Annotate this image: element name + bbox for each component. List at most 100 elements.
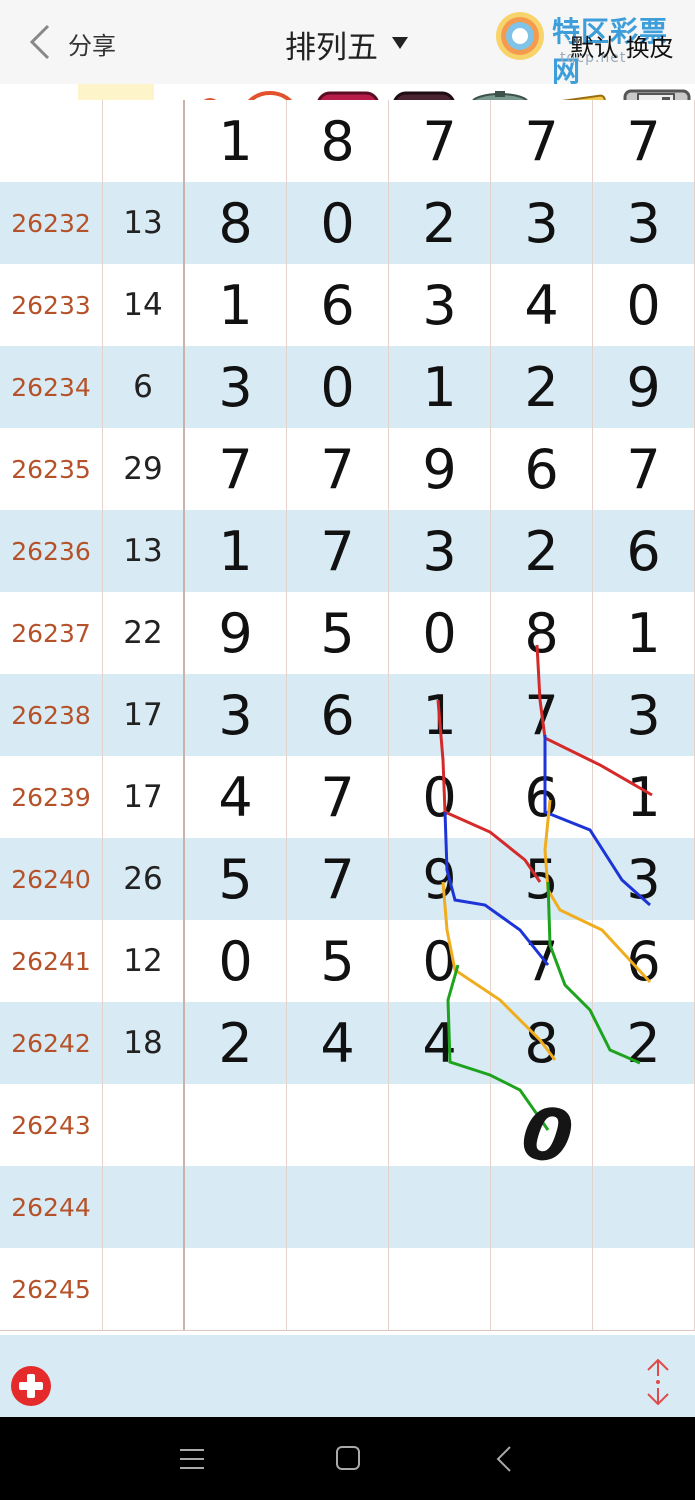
back-icon[interactable] bbox=[494, 1445, 514, 1473]
digit-cell[interactable]: 5 bbox=[491, 838, 593, 920]
digit-cell[interactable]: 7 bbox=[491, 100, 593, 182]
digit-cell[interactable]: 0 bbox=[287, 346, 389, 428]
table-row: 26233 14 1 6 3 4 0 bbox=[0, 264, 695, 347]
digit-cell[interactable]: 7 bbox=[389, 100, 491, 182]
digit-cell[interactable]: 3 bbox=[185, 674, 287, 756]
digit-cell[interactable]: 2 bbox=[593, 1002, 695, 1084]
digit-cell[interactable]: 1 bbox=[593, 756, 695, 838]
digit-cell[interactable]: 3 bbox=[389, 264, 491, 346]
digit-cell[interactable] bbox=[593, 1166, 695, 1248]
table-row: 26239 17 4 7 0 6 1 bbox=[0, 756, 695, 839]
digit-cell[interactable] bbox=[287, 1248, 389, 1330]
digit-cell[interactable] bbox=[389, 1084, 491, 1166]
digit-cell[interactable]: 2 bbox=[389, 182, 491, 264]
digit-cell[interactable]: 6 bbox=[287, 674, 389, 756]
digit-cell[interactable] bbox=[491, 1248, 593, 1330]
digit-cell[interactable]: 4 bbox=[389, 1002, 491, 1084]
issue-cell bbox=[0, 100, 103, 182]
digit-cell[interactable]: 0 bbox=[593, 264, 695, 346]
digit-cell[interactable]: 0 bbox=[185, 920, 287, 1002]
digit-cell[interactable]: 7 bbox=[593, 428, 695, 510]
digit-cell[interactable]: 7 bbox=[185, 428, 287, 510]
digit-cell[interactable]: 0 bbox=[389, 756, 491, 838]
digit-cell[interactable]: 7 bbox=[287, 838, 389, 920]
digit-cell[interactable]: 1 bbox=[185, 264, 287, 346]
digit-cell[interactable]: 8 bbox=[287, 100, 389, 182]
digit-cell[interactable]: 1 bbox=[185, 510, 287, 592]
digit-cell[interactable]: 3 bbox=[593, 838, 695, 920]
digit-cell[interactable]: 5 bbox=[287, 592, 389, 674]
digit-cell[interactable]: 2 bbox=[185, 1002, 287, 1084]
issue-cell: 26242 bbox=[0, 1002, 103, 1084]
digit-cell[interactable] bbox=[593, 1084, 695, 1166]
digit-cell[interactable] bbox=[389, 1166, 491, 1248]
digit-cell[interactable]: 3 bbox=[185, 346, 287, 428]
digit-cell[interactable]: 4 bbox=[287, 1002, 389, 1084]
digit-cell[interactable]: 2 bbox=[491, 346, 593, 428]
add-row-icon[interactable] bbox=[10, 1365, 52, 1407]
draw-grid[interactable]: 1 8 7 7 7 26232 13 8 0 2 3 3 26233 14 1 6 3 4 0 26234 6 3 0 1 2 9… bbox=[0, 100, 695, 1335]
digit-cell[interactable]: 9 bbox=[593, 346, 695, 428]
digit-cell[interactable]: 7 bbox=[593, 100, 695, 182]
digit-cell[interactable] bbox=[185, 1166, 287, 1248]
digit-cell[interactable]: 6 bbox=[491, 756, 593, 838]
digit-cell[interactable] bbox=[491, 1084, 593, 1166]
digit-cell[interactable] bbox=[287, 1166, 389, 1248]
home-icon[interactable] bbox=[335, 1445, 361, 1471]
digit-cell[interactable]: 1 bbox=[389, 346, 491, 428]
menu-icon[interactable] bbox=[178, 1447, 206, 1471]
issue-cell: 26238 bbox=[0, 674, 103, 756]
digit-cell[interactable]: 8 bbox=[491, 1002, 593, 1084]
digit-cell[interactable]: 0 bbox=[287, 182, 389, 264]
digit-cell[interactable]: 3 bbox=[593, 674, 695, 756]
digit-cell[interactable]: 7 bbox=[287, 428, 389, 510]
digit-cell[interactable]: 4 bbox=[491, 264, 593, 346]
digit-cell[interactable]: 3 bbox=[491, 182, 593, 264]
digit-cell[interactable]: 0 bbox=[389, 592, 491, 674]
digit-cell[interactable] bbox=[491, 1166, 593, 1248]
digit-cell[interactable]: 7 bbox=[287, 756, 389, 838]
digit-cell[interactable]: 4 bbox=[185, 756, 287, 838]
digit-cell[interactable]: 2 bbox=[491, 510, 593, 592]
issue-cell: 26240 bbox=[0, 838, 103, 920]
table-row: 26236 13 1 7 3 2 6 bbox=[0, 510, 695, 593]
digit-cell[interactable]: 6 bbox=[593, 920, 695, 1002]
digit-cell[interactable]: 1 bbox=[593, 592, 695, 674]
digit-cell[interactable]: 7 bbox=[491, 920, 593, 1002]
sum-cell: 22 bbox=[103, 592, 185, 674]
dropdown-caret-icon[interactable] bbox=[392, 37, 408, 49]
table-row: 26245 bbox=[0, 1248, 695, 1331]
digit-cell[interactable]: 8 bbox=[185, 182, 287, 264]
sum-cell bbox=[103, 1084, 185, 1166]
digit-cell[interactable]: 6 bbox=[593, 510, 695, 592]
digit-cell[interactable]: 3 bbox=[389, 510, 491, 592]
scroll-toggle-icon[interactable] bbox=[643, 1356, 673, 1408]
page-title[interactable]: 排列五 bbox=[285, 22, 378, 67]
digit-cell[interactable]: 9 bbox=[389, 838, 491, 920]
sum-cell: 29 bbox=[103, 428, 185, 510]
digit-cell[interactable]: 5 bbox=[185, 838, 287, 920]
digit-cell[interactable]: 7 bbox=[491, 674, 593, 756]
digit-cell[interactable] bbox=[185, 1084, 287, 1166]
digit-cell[interactable]: 9 bbox=[389, 428, 491, 510]
digit-cell[interactable]: 6 bbox=[491, 428, 593, 510]
digit-cell[interactable] bbox=[287, 1084, 389, 1166]
digit-cell[interactable]: 9 bbox=[185, 592, 287, 674]
digit-cell[interactable] bbox=[593, 1248, 695, 1330]
digit-cell[interactable]: 6 bbox=[287, 264, 389, 346]
digit-cell[interactable]: 1 bbox=[389, 674, 491, 756]
sum-cell: 26 bbox=[103, 838, 185, 920]
digit-cell[interactable]: 3 bbox=[593, 182, 695, 264]
digit-cell[interactable]: 5 bbox=[287, 920, 389, 1002]
digit-cell[interactable]: 8 bbox=[491, 592, 593, 674]
back-arrow-icon[interactable] bbox=[22, 22, 62, 62]
table-row: 26234 6 3 0 1 2 9 bbox=[0, 346, 695, 429]
digit-cell[interactable] bbox=[389, 1248, 491, 1330]
digit-cell[interactable] bbox=[185, 1248, 287, 1330]
sum-cell: 14 bbox=[103, 264, 185, 346]
digit-cell[interactable]: 7 bbox=[287, 510, 389, 592]
digit-cell[interactable]: 0 bbox=[389, 920, 491, 1002]
share-link[interactable]: 分享 bbox=[68, 26, 116, 61]
skin-switch[interactable]: 默认 换皮 bbox=[570, 28, 674, 63]
digit-cell[interactable]: 1 bbox=[185, 100, 287, 182]
